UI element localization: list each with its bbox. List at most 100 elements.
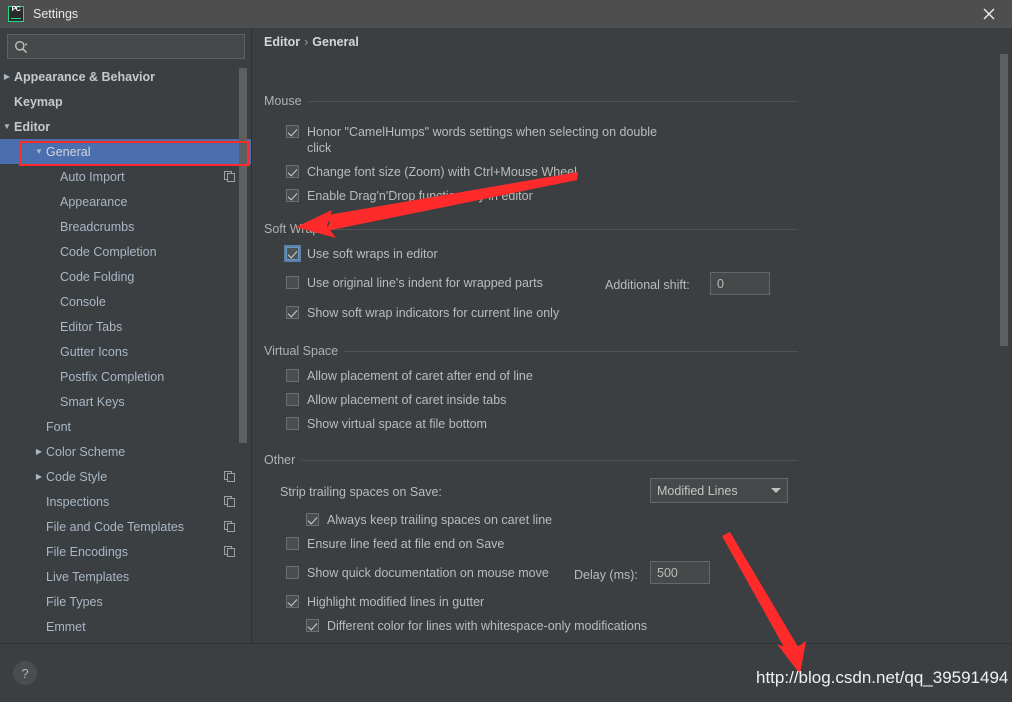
checkbox-label-original-indent: Use original line's indent for wrapped p…: [307, 276, 543, 290]
sidebar-item-color-scheme[interactable]: ▶ Color Scheme: [0, 439, 251, 464]
sidebar-item-label: Code Style: [46, 469, 108, 484]
chevron-right-icon[interactable]: ▶: [32, 472, 46, 481]
copy-settings-icon[interactable]: [224, 496, 235, 507]
checkbox-virtual-space-bottom[interactable]: [286, 417, 299, 430]
sidebar-item-auto-import[interactable]: Auto Import: [0, 164, 251, 189]
sidebar-item-console[interactable]: Console: [0, 289, 251, 314]
checkbox-row-keep-trailing-caret-line[interactable]: Always keep trailing spaces on caret lin…: [306, 512, 552, 528]
checkbox-use-soft-wraps[interactable]: [286, 247, 299, 260]
checkbox-different-color-whitespace[interactable]: [306, 619, 319, 632]
sidebar-item-code-style[interactable]: ▶ Code Style: [0, 464, 251, 489]
checkbox-highlight-modified-lines[interactable]: [286, 595, 299, 608]
checkbox-keep-trailing-caret-line[interactable]: [306, 513, 319, 526]
close-icon[interactable]: [966, 0, 1012, 28]
checkbox-label-soft-wrap-indicators: Show soft wrap indicators for current li…: [307, 306, 560, 320]
chevron-right-icon[interactable]: ▶: [32, 447, 46, 456]
sidebar-item-label: File Types: [46, 594, 103, 609]
pycharm-icon: [8, 6, 24, 22]
checkbox-change-font-size[interactable]: [286, 165, 299, 178]
checkbox-caret-inside-tabs[interactable]: [286, 393, 299, 406]
section-title-soft-wraps: Soft Wraps: [264, 222, 332, 236]
copy-settings-icon[interactable]: [224, 521, 235, 532]
checkbox-caret-after-eol[interactable]: [286, 369, 299, 382]
checkbox-row-different-color-whitespace[interactable]: Different color for lines with whitespac…: [306, 618, 647, 634]
copy-settings-icon[interactable]: [224, 546, 235, 557]
checkbox-drag-n-drop[interactable]: [286, 189, 299, 202]
sidebar-item-file-types[interactable]: File Types: [0, 589, 251, 614]
sidebar-item-label: Appearance: [60, 194, 128, 209]
breadcrumb-leaf: General: [312, 35, 359, 49]
sidebar-item-general[interactable]: ▼ General: [0, 139, 251, 164]
sidebar-item-label: General: [46, 144, 91, 159]
sidebar-item-label: Emmet: [46, 619, 86, 634]
search-box[interactable]: [7, 34, 245, 59]
additional-shift-input[interactable]: 0: [710, 272, 770, 295]
sidebar-item-editor-tabs[interactable]: Editor Tabs: [0, 314, 251, 339]
strip-trailing-spaces-select[interactable]: Modified Lines: [650, 478, 788, 503]
sidebar-item-label: File Encodings: [46, 544, 128, 559]
sidebar-item-postfix-completion[interactable]: Postfix Completion: [0, 364, 251, 389]
checkbox-row-highlight-modified-lines[interactable]: Highlight modified lines in gutter: [286, 594, 484, 610]
checkbox-original-indent[interactable]: [286, 276, 299, 289]
sidebar-item-label: File and Code Templates: [46, 519, 185, 534]
sidebar-item-emmet[interactable]: Emmet: [0, 614, 251, 639]
sidebar-item-breadcrumbs[interactable]: Breadcrumbs: [0, 214, 251, 239]
sidebar-item-label: Auto Import: [60, 169, 125, 184]
sidebar-item-label: Inspections: [46, 494, 110, 509]
sidebar-item-appearance-behavior[interactable]: ▶ Appearance & Behavior: [0, 64, 251, 89]
sidebar-item-appearance[interactable]: Appearance: [0, 189, 251, 214]
sidebar-item-font[interactable]: Font: [0, 414, 251, 439]
checkbox-label-honor-camelhumps: Honor "CamelHumps" words settings when s…: [307, 125, 658, 155]
search-input[interactable]: [32, 39, 244, 54]
checkbox-ensure-line-feed[interactable]: [286, 537, 299, 550]
checkbox-label-different-color-whitespace: Different color for lines with whitespac…: [327, 619, 648, 633]
checkbox-row-honor-camelhumps[interactable]: Honor "CamelHumps" words settings when s…: [286, 124, 686, 156]
sidebar-item-label: Appearance & Behavior: [14, 69, 156, 84]
checkbox-label-caret-inside-tabs: Allow placement of caret inside tabs: [307, 393, 507, 407]
checkbox-row-caret-inside-tabs[interactable]: Allow placement of caret inside tabs: [286, 392, 506, 408]
chevron-down-icon[interactable]: ▼: [32, 147, 46, 156]
sidebar-item-editor[interactable]: ▼ Editor: [0, 114, 251, 139]
help-icon[interactable]: ?: [13, 661, 37, 685]
content-scrollbar[interactable]: [1000, 54, 1008, 346]
sidebar-item-file-encodings[interactable]: File Encodings: [0, 539, 251, 564]
copy-settings-icon[interactable]: [224, 171, 235, 182]
checkbox-row-use-soft-wraps[interactable]: Use soft wraps in editor: [286, 246, 438, 262]
delay-ms-label: Delay (ms):: [574, 568, 638, 582]
checkbox-row-original-indent[interactable]: Use original line's indent for wrapped p…: [286, 275, 543, 291]
sidebar-item-live-templates[interactable]: Live Templates: [0, 564, 251, 589]
checkbox-label-use-soft-wraps: Use soft wraps in editor: [307, 247, 438, 261]
breadcrumb: Editor › General: [264, 35, 359, 49]
sidebar-item-keymap[interactable]: Keymap: [0, 89, 251, 114]
checkbox-quick-doc[interactable]: [286, 566, 299, 579]
checkbox-soft-wrap-indicators[interactable]: [286, 306, 299, 319]
checkbox-row-soft-wrap-indicators[interactable]: Show soft wrap indicators for current li…: [286, 305, 559, 321]
search-icon: [14, 40, 28, 54]
sidebar-item-label: Editor: [14, 119, 51, 134]
sidebar-item-gutter-icons[interactable]: Gutter Icons: [0, 339, 251, 364]
checkbox-label-ensure-line-feed: Ensure line feed at file end on Save: [307, 537, 505, 551]
dialog-footer: ? OK Cancel Apply: [0, 643, 1012, 702]
checkbox-honor-camelhumps[interactable]: [286, 125, 299, 138]
sidebar-item-code-completion[interactable]: Code Completion: [0, 239, 251, 264]
checkbox-row-ensure-line-feed[interactable]: Ensure line feed at file end on Save: [286, 536, 504, 552]
delay-ms-input[interactable]: 500: [650, 561, 710, 584]
chevron-down-icon[interactable]: ▼: [0, 122, 14, 131]
sidebar-item-smart-keys[interactable]: Smart Keys: [0, 389, 251, 414]
checkbox-row-caret-after-eol[interactable]: Allow placement of caret after end of li…: [286, 368, 533, 384]
checkbox-row-change-font-size[interactable]: Change font size (Zoom) with Ctrl+Mouse …: [286, 164, 577, 180]
sidebar-item-inspections[interactable]: Inspections: [0, 489, 251, 514]
copy-settings-icon[interactable]: [224, 471, 235, 482]
sidebar-item-file-and-code-templates[interactable]: File and Code Templates: [0, 514, 251, 539]
settings-dialog: Settings ▶Appearance & BehaviorKeyma: [0, 0, 1012, 702]
sidebar-item-label: Gutter Icons: [60, 344, 129, 359]
checkbox-row-quick-doc[interactable]: Show quick documentation on mouse move: [286, 565, 549, 581]
checkbox-row-drag-n-drop[interactable]: Enable Drag'n'Drop functionality in edit…: [286, 188, 533, 204]
sidebar-item-label: Editor Tabs: [60, 319, 123, 334]
sidebar-item-code-folding[interactable]: Code Folding: [0, 264, 251, 289]
chevron-right-icon[interactable]: ▶: [0, 72, 14, 81]
breadcrumb-root[interactable]: Editor: [264, 35, 300, 49]
checkbox-row-virtual-space-bottom[interactable]: Show virtual space at file bottom: [286, 416, 487, 432]
sidebar-scrollbar[interactable]: [239, 68, 247, 443]
window-title: Settings: [33, 7, 79, 21]
